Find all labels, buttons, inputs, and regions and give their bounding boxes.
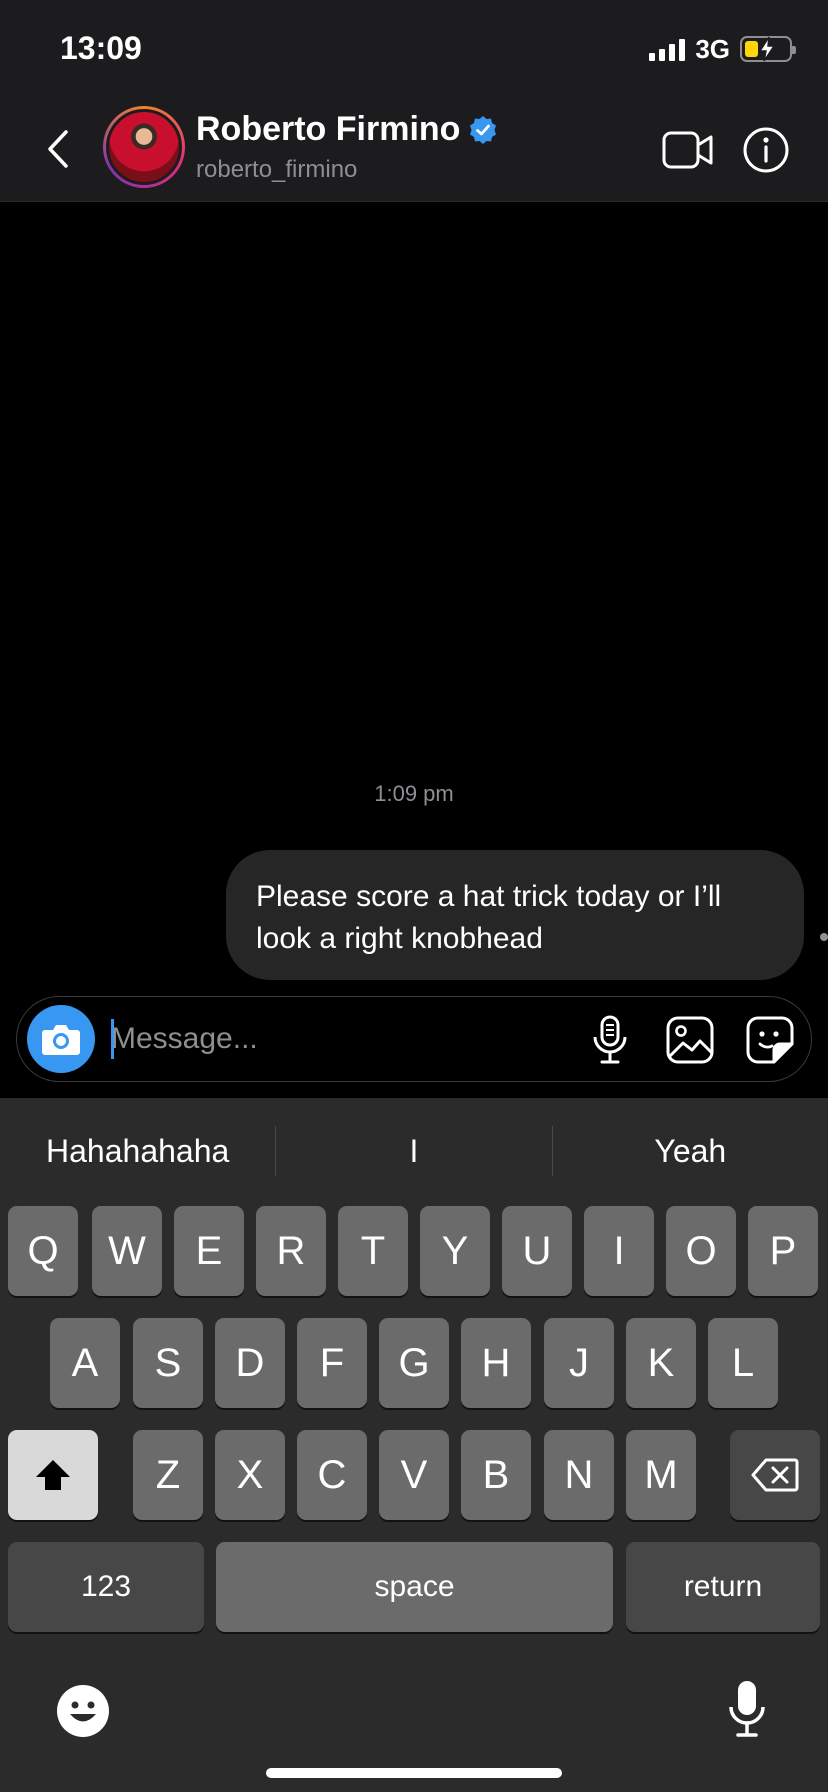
dictation-microphone-icon <box>729 1681 765 1737</box>
sent-message-bubble[interactable]: Please score a hat trick today or I’ll l… <box>226 850 804 980</box>
key-b[interactable]: B <box>461 1430 531 1520</box>
space-key[interactable]: space <box>216 1542 613 1632</box>
key-s[interactable]: S <box>133 1318 203 1408</box>
chevron-left-icon <box>48 130 68 168</box>
key-q[interactable]: Q <box>8 1206 78 1296</box>
message-text-line: Please score a hat trick today or I’ll <box>256 880 722 913</box>
backspace-icon <box>751 1458 799 1492</box>
key-o[interactable]: O <box>666 1206 736 1296</box>
emoji-key[interactable] <box>48 1676 118 1746</box>
key-c[interactable]: C <box>297 1430 367 1520</box>
return-key[interactable]: return <box>626 1542 820 1632</box>
key-k[interactable]: K <box>626 1318 696 1408</box>
key-a[interactable]: A <box>50 1318 120 1408</box>
message-input[interactable] <box>111 1015 491 1063</box>
camera-button[interactable] <box>27 1005 95 1073</box>
message-text-line: look a right knobhead <box>256 922 543 955</box>
contact-username: roberto_firmino <box>196 156 358 183</box>
key-n[interactable]: N <box>544 1430 614 1520</box>
message-thread[interactable]: 1:09 pm Please score a hat trick today o… <box>0 203 828 983</box>
delete-key[interactable] <box>730 1430 820 1520</box>
chat-header: Roberto Firmino roberto_firmino <box>0 100 828 202</box>
seen-indicator <box>820 933 828 941</box>
suggestion-1[interactable]: Hahahahaha <box>0 1098 275 1204</box>
camera-icon <box>42 1025 80 1055</box>
key-t[interactable]: T <box>338 1206 408 1296</box>
key-w[interactable]: W <box>92 1206 162 1296</box>
microphone-icon <box>593 1015 627 1064</box>
key-h[interactable]: H <box>461 1318 531 1408</box>
key-i[interactable]: I <box>584 1206 654 1296</box>
keyboard: Hahahahaha I Yeah Q W E R T Y U I O P A … <box>0 1098 828 1792</box>
key-y[interactable]: Y <box>420 1206 490 1296</box>
sticker-button[interactable] <box>743 1013 797 1067</box>
verified-badge-icon <box>470 115 497 144</box>
key-d[interactable]: D <box>215 1318 285 1408</box>
avatar-image <box>106 109 182 185</box>
key-j[interactable]: J <box>544 1318 614 1408</box>
status-bar: 13:09 3G <box>0 0 828 100</box>
text-cursor <box>111 1019 114 1059</box>
voice-message-button[interactable] <box>583 1013 637 1067</box>
message-composer <box>16 996 812 1082</box>
home-indicator[interactable] <box>266 1768 562 1778</box>
gallery-icon <box>666 1016 714 1064</box>
back-button[interactable] <box>38 124 78 174</box>
status-indicators: 3G <box>649 33 796 64</box>
dictation-key[interactable] <box>712 1674 782 1744</box>
gallery-button[interactable] <box>663 1013 717 1067</box>
avatar[interactable] <box>103 106 185 188</box>
suggestion-2[interactable]: I <box>276 1098 551 1204</box>
key-p[interactable]: P <box>748 1206 818 1296</box>
numbers-key[interactable]: 123 <box>8 1542 204 1632</box>
message-timestamp: 1:09 pm <box>374 781 454 806</box>
key-l[interactable]: L <box>708 1318 778 1408</box>
contact-name-row[interactable]: Roberto Firmino <box>196 110 498 149</box>
predictive-bar: Hahahahaha I Yeah <box>0 1098 828 1204</box>
shift-key[interactable] <box>8 1430 98 1520</box>
key-m[interactable]: M <box>626 1430 696 1520</box>
status-time: 13:09 <box>60 30 142 66</box>
key-v[interactable]: V <box>379 1430 449 1520</box>
contact-name: Roberto Firmino <box>196 110 461 148</box>
video-call-icon <box>662 131 713 169</box>
shift-icon <box>36 1460 70 1490</box>
emoji-icon <box>57 1685 109 1737</box>
key-e[interactable]: E <box>174 1206 244 1296</box>
key-z[interactable]: Z <box>133 1430 203 1520</box>
key-f[interactable]: F <box>297 1318 367 1408</box>
key-x[interactable]: X <box>215 1430 285 1520</box>
sticker-icon <box>746 1016 794 1064</box>
key-g[interactable]: G <box>379 1318 449 1408</box>
battery-icon <box>740 36 796 62</box>
video-call-button[interactable] <box>660 122 716 178</box>
key-r[interactable]: R <box>256 1206 326 1296</box>
info-button[interactable] <box>738 122 794 178</box>
network-type: 3G <box>695 33 730 64</box>
key-u[interactable]: U <box>502 1206 572 1296</box>
info-icon <box>743 127 789 173</box>
signal-icon <box>649 37 686 61</box>
suggestion-3[interactable]: Yeah <box>553 1098 828 1204</box>
